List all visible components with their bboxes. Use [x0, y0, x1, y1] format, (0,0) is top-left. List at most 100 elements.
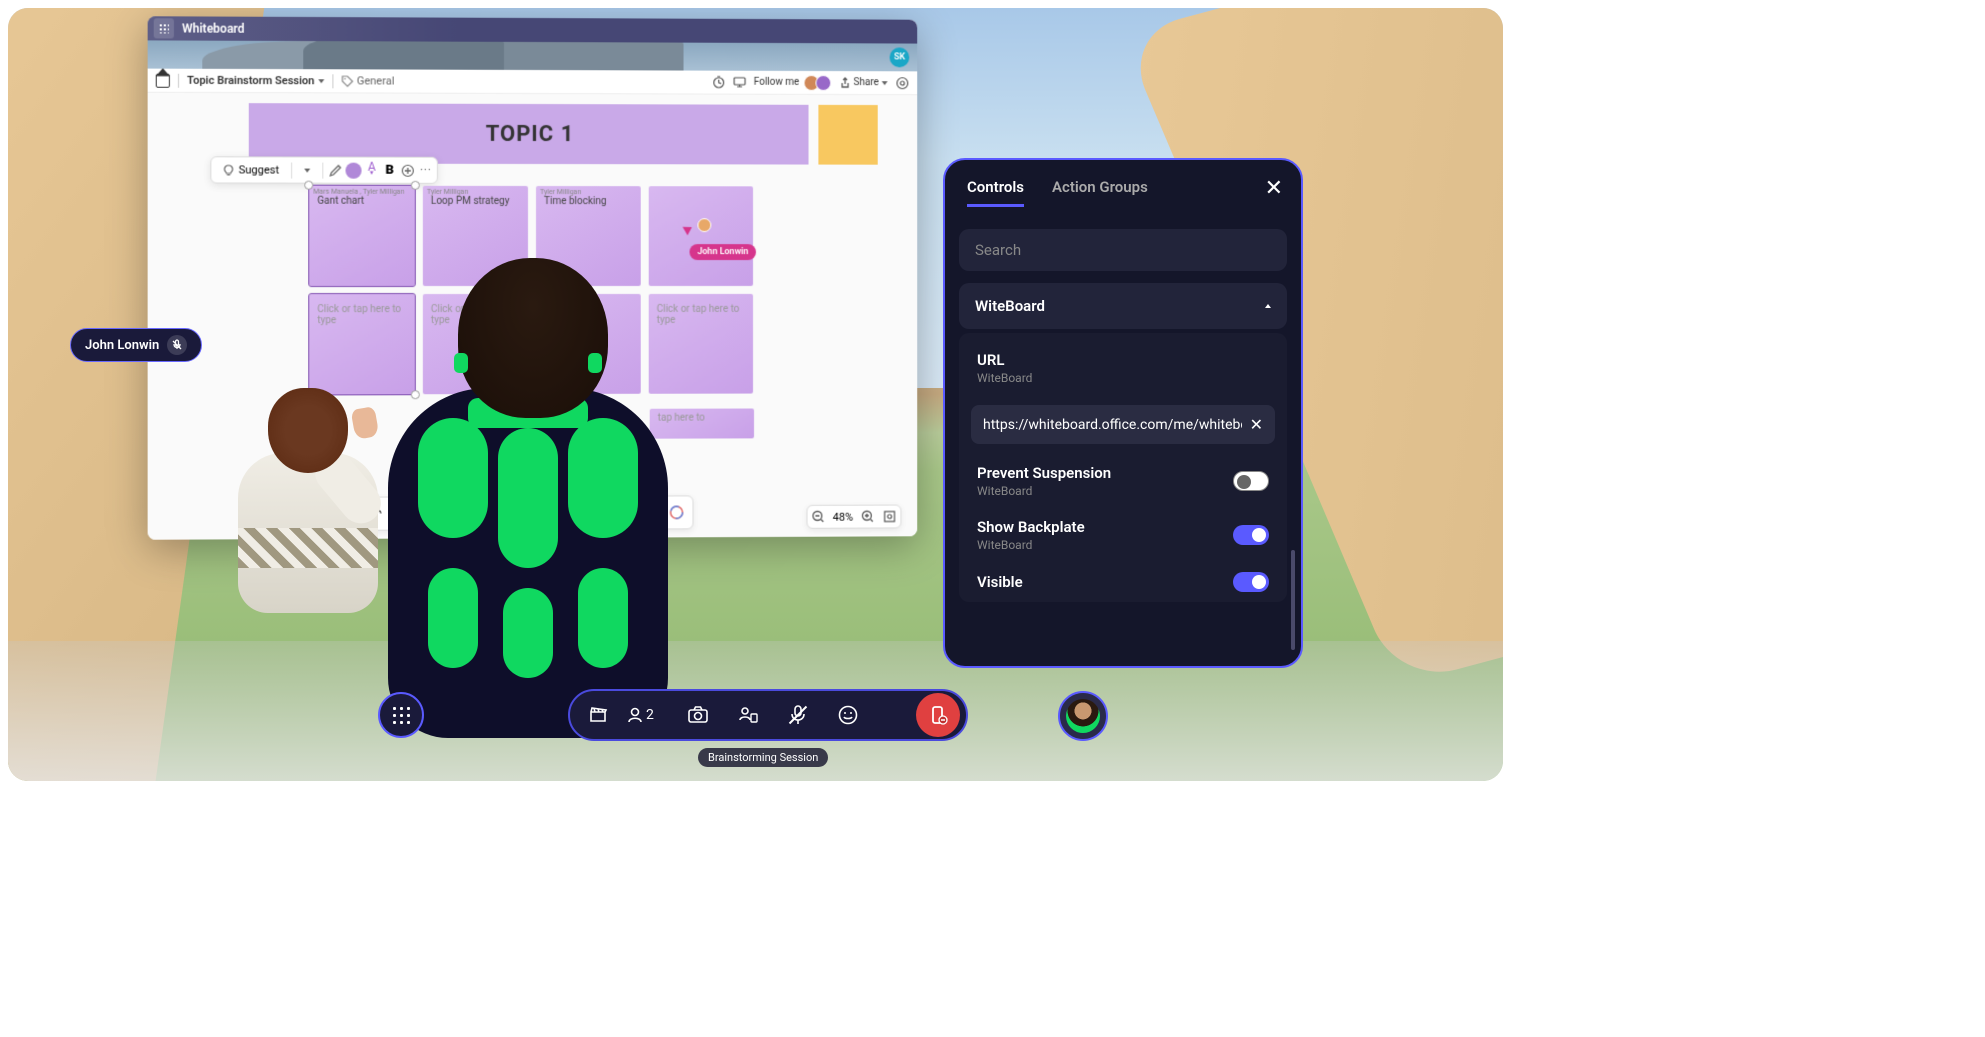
- avatar-earbud: [454, 353, 468, 373]
- section-title: WiteBoard: [975, 297, 1045, 315]
- avatar-sweater-pattern: [238, 528, 378, 568]
- participant-name-pill: John Lonwin: [70, 328, 202, 362]
- presence-avatars[interactable]: [807, 74, 831, 90]
- property-label: Show Backplate: [977, 518, 1085, 536]
- close-icon[interactable]: ✕: [1265, 176, 1283, 201]
- remote-cursor-label: John Lonwin: [689, 244, 756, 260]
- app-launcher-icon[interactable]: [154, 18, 174, 38]
- zoom-controls: 48%: [806, 505, 901, 529]
- timer-icon[interactable]: [712, 76, 725, 89]
- share-button[interactable]: Share: [839, 77, 888, 89]
- copilot-icon[interactable]: [665, 500, 689, 524]
- jacket-pattern: [568, 418, 638, 538]
- text-color-icon[interactable]: A ▾: [364, 162, 380, 178]
- scrollbar[interactable]: [1291, 550, 1295, 650]
- property-url: URL WiteBoard: [963, 341, 1283, 395]
- titlebar-banner: SK: [148, 40, 918, 71]
- participants-button[interactable]: 2: [626, 693, 670, 737]
- avatar-participant-1: [238, 388, 378, 628]
- presentation-icon[interactable]: [733, 76, 746, 89]
- resize-handle[interactable]: [411, 181, 420, 190]
- mic-muted-icon[interactable]: [776, 693, 820, 737]
- clapboard-icon[interactable]: [576, 693, 620, 737]
- suggest-dropdown[interactable]: [296, 165, 318, 175]
- leave-button[interactable]: [916, 693, 960, 737]
- property-show-backplate: Show Backplate WiteBoard: [963, 508, 1283, 562]
- property-label: Prevent Suspension: [977, 464, 1111, 482]
- toggle-prevent-suspension[interactable]: [1233, 471, 1269, 491]
- hud-tooltip: Brainstorming Session: [698, 748, 828, 767]
- selfie-icon[interactable]: [726, 693, 770, 737]
- topic-2-header[interactable]: [818, 105, 877, 165]
- emoji-icon[interactable]: [826, 693, 870, 737]
- separator: [178, 73, 179, 87]
- whiteboard-toolbar: Topic Brainstorm Session General Follow …: [148, 69, 918, 96]
- presence-avatar: [815, 74, 831, 90]
- jacket-pattern: [498, 428, 558, 568]
- share-icon: [839, 77, 851, 89]
- chevron-up-icon: [1265, 304, 1271, 308]
- mic-muted-icon: [167, 335, 187, 355]
- gear-icon[interactable]: [895, 76, 909, 90]
- hud-menu-button[interactable]: [378, 692, 424, 738]
- avatar-head: [268, 388, 348, 473]
- resize-handle[interactable]: [304, 181, 313, 190]
- remote-cursor-avatar: [697, 218, 711, 232]
- separator: [322, 162, 323, 178]
- camera-icon[interactable]: [676, 693, 720, 737]
- suggest-label: Suggest: [239, 163, 279, 176]
- jacket-pattern: [578, 568, 628, 668]
- category-tag[interactable]: General: [342, 74, 395, 87]
- avatar-head: [458, 258, 608, 418]
- tag-icon: [342, 75, 354, 87]
- property-sublabel: WiteBoard: [977, 484, 1111, 498]
- whiteboard-titlebar: Whiteboard: [148, 16, 918, 43]
- app-name: Whiteboard: [182, 21, 244, 35]
- board-name-dropdown[interactable]: Topic Brainstorm Session: [187, 74, 324, 88]
- note-author: Tyler Milligan: [540, 188, 581, 196]
- section-header-witeboard[interactable]: WiteBoard: [959, 283, 1287, 329]
- tab-action-groups[interactable]: Action Groups: [1052, 178, 1148, 207]
- property-sublabel: WiteBoard: [977, 371, 1269, 385]
- fit-icon[interactable]: [883, 510, 897, 524]
- avatar-self: [388, 258, 668, 738]
- topic-1-header[interactable]: TOPIC 1: [249, 103, 809, 164]
- avatar-jacket: [388, 388, 668, 738]
- separator: [291, 162, 292, 178]
- zoom-out-icon[interactable]: [811, 510, 825, 524]
- search-input[interactable]: Search: [959, 229, 1287, 271]
- lightbulb-icon: [222, 164, 234, 176]
- jacket-pattern: [428, 568, 478, 668]
- note-text: Time blocking: [544, 196, 606, 207]
- note-text: Gant chart: [317, 196, 364, 207]
- chevron-down-icon: [882, 81, 888, 85]
- self-avatar-bubble[interactable]: [1058, 691, 1108, 741]
- url-input[interactable]: https://whiteboard.office.com/me/whitebo…: [971, 405, 1275, 444]
- url-value: https://whiteboard.office.com/me/whitebo…: [983, 417, 1242, 433]
- selection-toolbar: Suggest A ▾ B ···: [210, 156, 438, 184]
- participants-count: 2: [646, 707, 654, 723]
- suggest-button[interactable]: Suggest: [214, 160, 287, 179]
- edit-icon[interactable]: [327, 162, 343, 178]
- jacket-pattern: [503, 588, 553, 678]
- share-label: Share: [854, 77, 879, 88]
- user-avatar-badge[interactable]: SK: [890, 47, 910, 67]
- note-author: Mars Manuela , Tyler Milligan: [313, 188, 404, 196]
- follow-me-button[interactable]: Follow me: [754, 77, 799, 88]
- hud-toolbar: 2: [568, 689, 968, 741]
- more-icon[interactable]: ···: [418, 162, 434, 178]
- controls-panel: Controls Action Groups ✕ Search WiteBoar…: [943, 158, 1303, 668]
- add-icon[interactable]: [400, 162, 416, 178]
- note-author: Tyler Milligan: [427, 188, 468, 196]
- clear-icon[interactable]: ✕: [1250, 415, 1263, 434]
- color-picker[interactable]: [346, 162, 362, 178]
- chevron-down-icon: [319, 79, 325, 83]
- toggle-visible[interactable]: [1233, 572, 1269, 592]
- home-icon[interactable]: [156, 73, 170, 87]
- tag-label: General: [357, 74, 395, 87]
- toggle-show-backplate[interactable]: [1233, 525, 1269, 545]
- tab-controls[interactable]: Controls: [967, 178, 1024, 207]
- zoom-level[interactable]: 48%: [833, 510, 853, 523]
- zoom-in-icon[interactable]: [861, 510, 875, 524]
- bold-button[interactable]: B: [382, 162, 398, 178]
